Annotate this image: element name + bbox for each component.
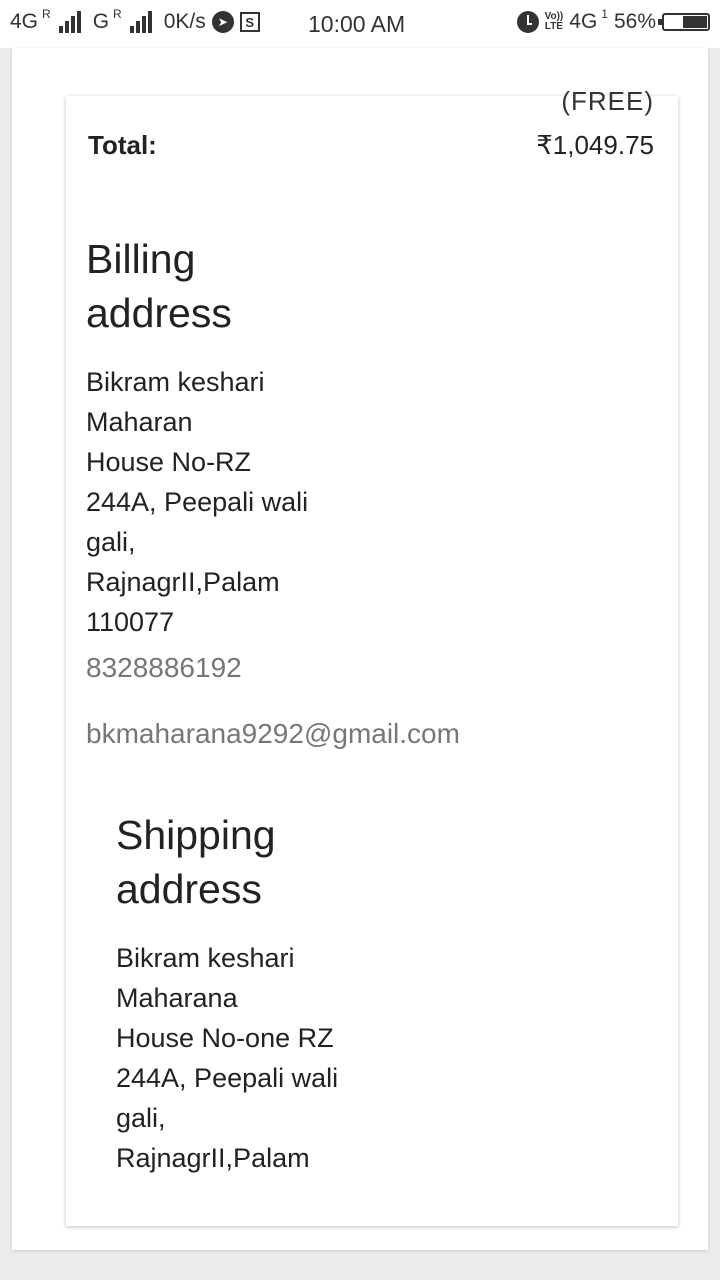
network-1-label: 4G	[10, 10, 39, 33]
billing-title-line1: Billing	[86, 236, 196, 282]
billing-title-line2: address	[86, 290, 232, 336]
billing-line: 110077	[86, 607, 175, 637]
shipping-address-section: Shipping address Bikram keshari Maharana …	[116, 808, 596, 1178]
volte-icon: Vo)) LTE	[545, 12, 564, 32]
shipping-free-note: (FREE)	[561, 86, 654, 116]
battery-percent: 56%	[613, 10, 656, 33]
order-details-card: (FREE) Total: ₹1,049.75 Billing address B…	[66, 86, 678, 1226]
status-right: Vo)) LTE 4G 1 56%	[516, 7, 710, 34]
signal-2-icon	[129, 11, 152, 33]
roaming-2-label: R	[113, 7, 122, 21]
shipping-address-title: Shipping address	[116, 808, 596, 916]
sim-1-label: 1	[601, 7, 608, 21]
total-value: ₹1,049.75	[536, 130, 654, 160]
status-left: 4G R GR 0K/s ➤ S	[10, 7, 260, 34]
billing-line: 244A, Peepali wali	[86, 487, 309, 517]
roaming-1-label: R	[42, 7, 51, 21]
battery-fill	[683, 16, 707, 28]
battery-icon	[658, 13, 710, 31]
billing-email[interactable]: bkmaharana9292@gmail.com	[86, 714, 606, 754]
signal-1-icon	[58, 11, 81, 33]
billing-line: Maharan	[86, 407, 193, 437]
page-container: (FREE) Total: ₹1,049.75 Billing address B…	[12, 48, 708, 1250]
net-speed: 0K/s	[163, 10, 206, 33]
shipping-line: gali,	[116, 1103, 166, 1133]
shipping-title-line2: address	[116, 866, 262, 912]
total-label: Total:	[88, 130, 157, 160]
status-bar: 4G R GR 0K/s ➤ S 10:00 AM Vo)) LTE 4G 1 56%	[0, 0, 720, 48]
billing-line: RajnagrII,Palam	[86, 567, 280, 597]
clock: 10:00 AM	[308, 11, 406, 37]
shipping-line: 244A, Peepali wali	[116, 1063, 339, 1093]
alarm-icon	[516, 11, 539, 33]
shipping-line: House No-one RZ	[116, 1023, 334, 1053]
shipping-address-lines: Bikram keshari Maharana House No-one RZ …	[116, 938, 596, 1178]
billing-address-title: Billing address	[86, 232, 606, 340]
volte-bottom: LTE	[544, 21, 563, 32]
shipping-line: Bikram keshari	[116, 943, 295, 973]
telegram-icon: ➤	[211, 11, 234, 33]
shipping-line: Maharana	[116, 983, 238, 1013]
billing-address-lines: Bikram keshari Maharan House No-RZ 244A,…	[86, 362, 606, 642]
network-2-label: G	[92, 10, 110, 33]
app-s-icon: S	[239, 12, 260, 32]
billing-line: gali,	[86, 527, 136, 557]
network-3-label: 4G	[569, 10, 598, 33]
billing-address-section: Billing address Bikram keshari Maharan Ho…	[86, 232, 606, 754]
billing-line: House No-RZ	[86, 447, 252, 477]
shipping-title-line1: Shipping	[116, 812, 276, 858]
billing-phone[interactable]: 8328886192	[86, 648, 606, 688]
billing-line: Bikram keshari	[86, 367, 265, 397]
shipping-line: RajnagrII,Palam	[116, 1143, 310, 1173]
